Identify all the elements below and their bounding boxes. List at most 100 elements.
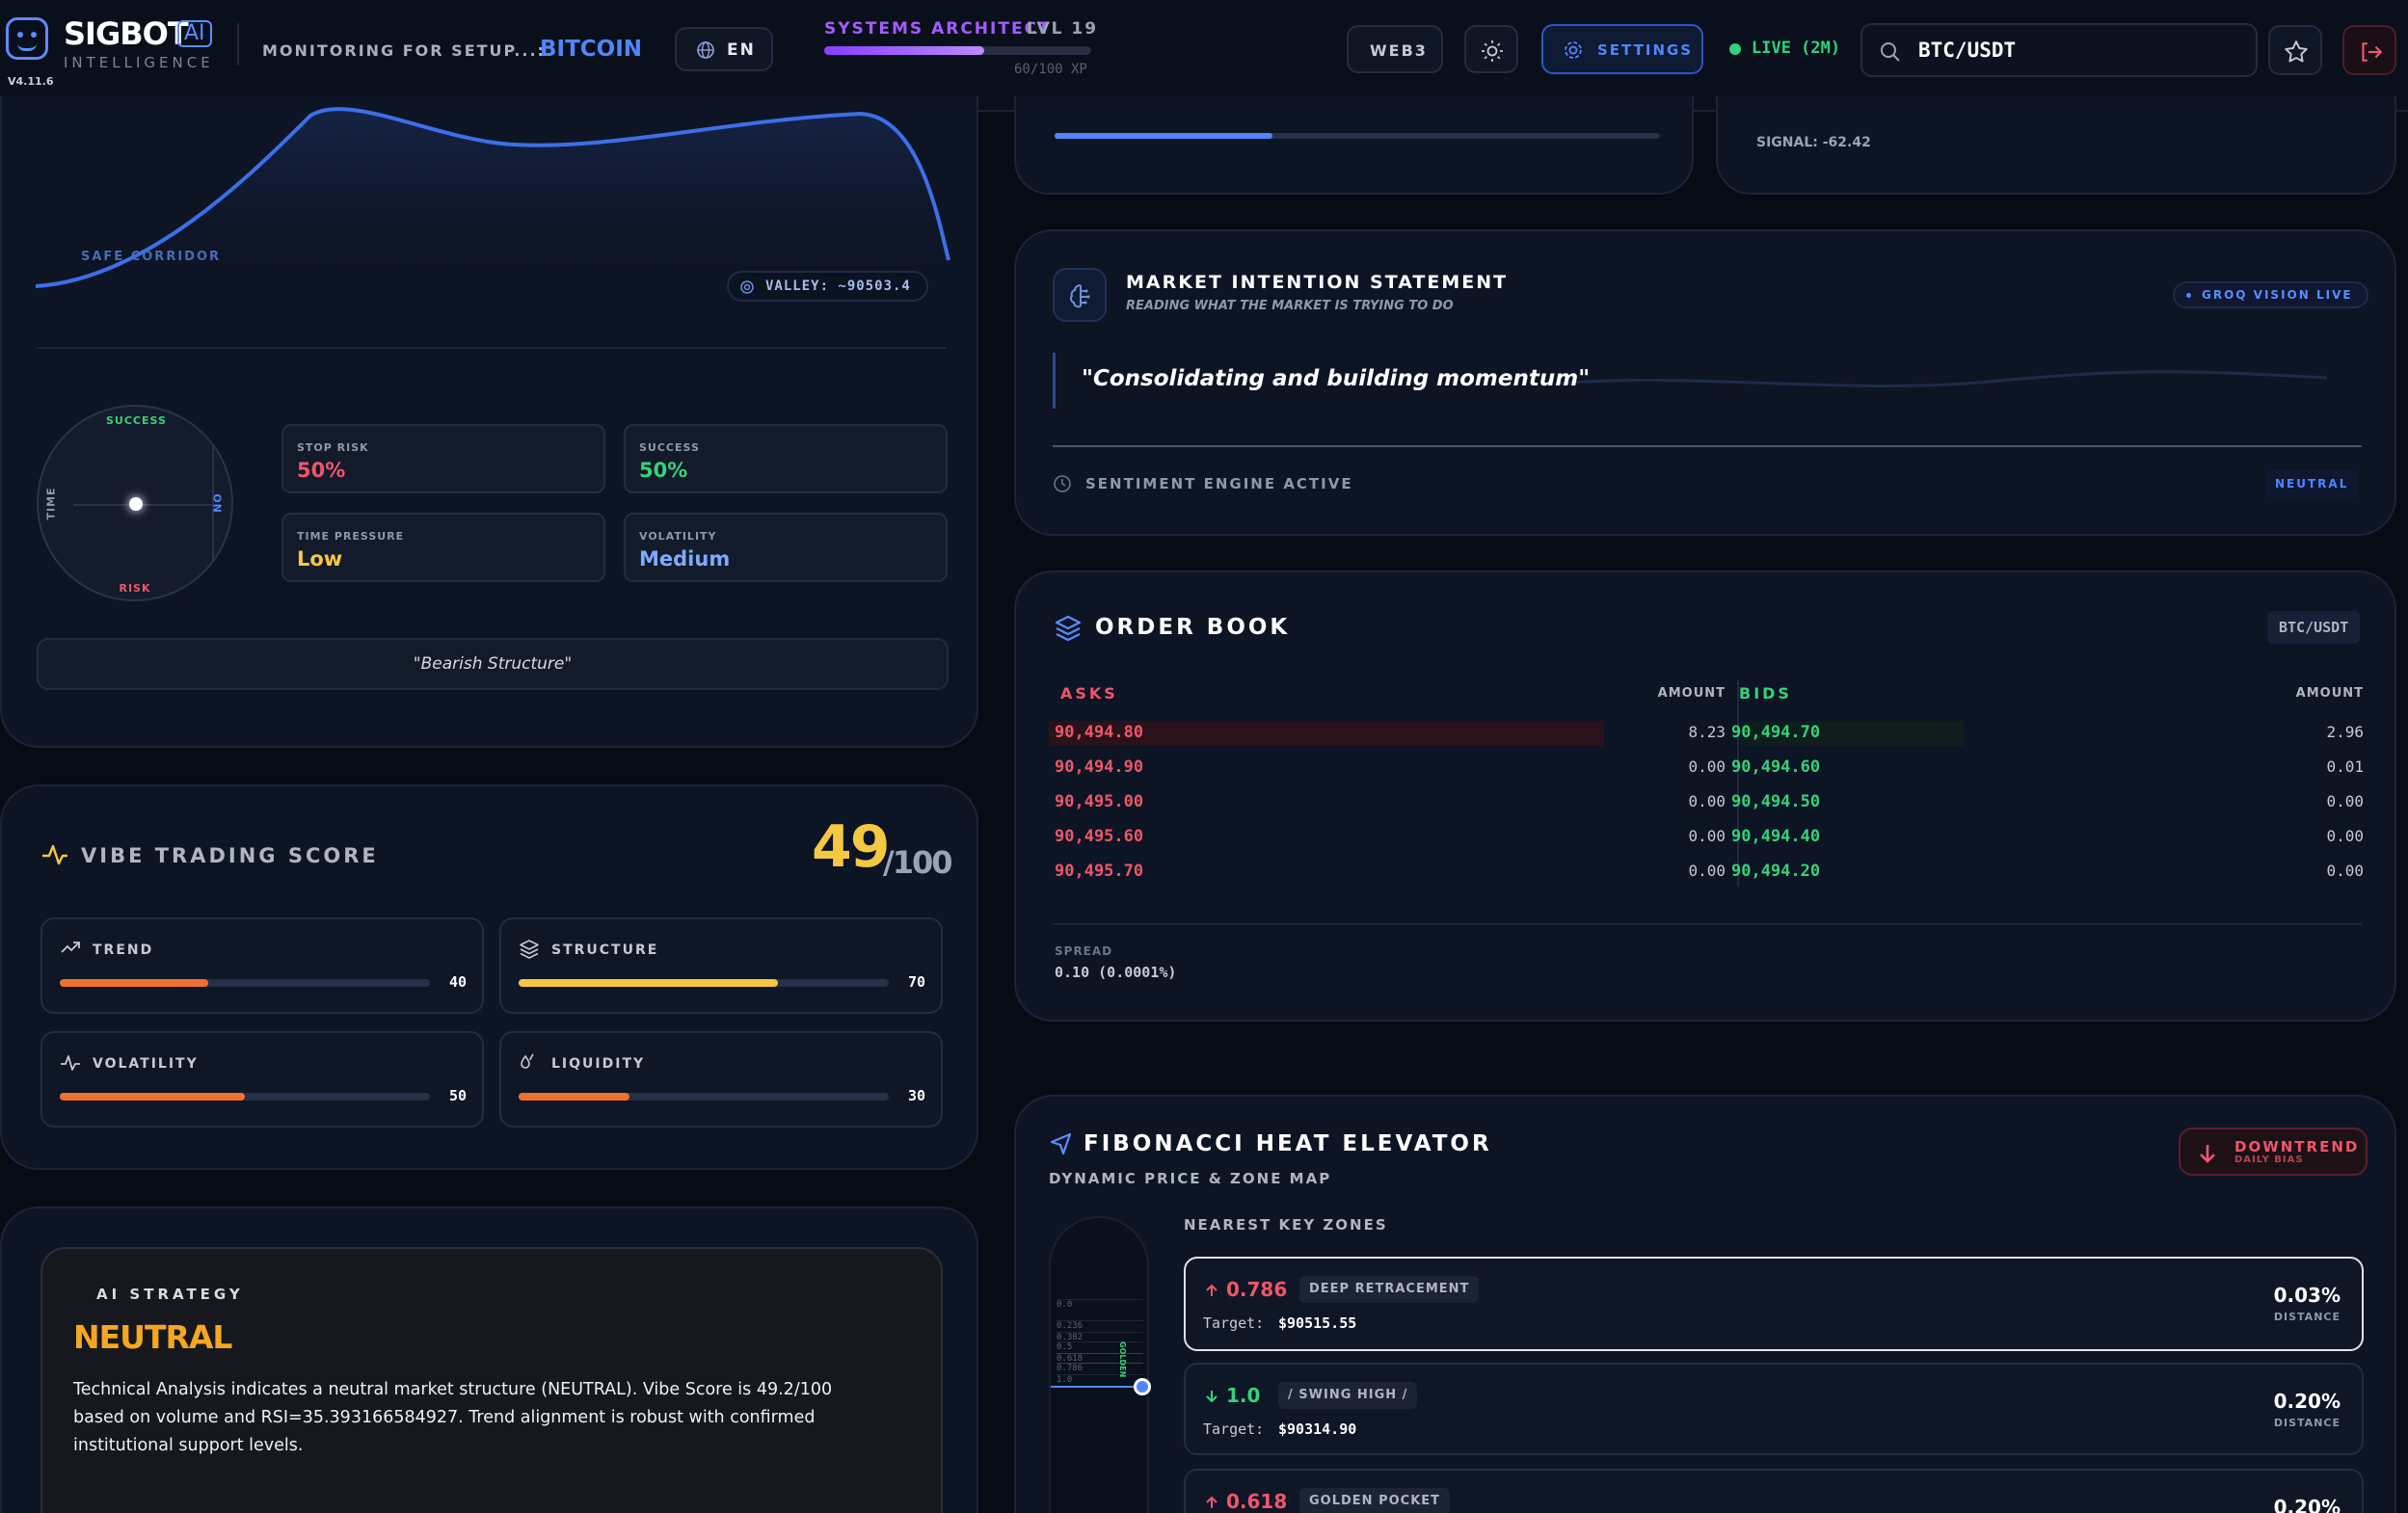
vibe-title: VIBE TRADING SCORE — [81, 844, 379, 867]
vibe-metric-liquidity: LIQUIDITY 30 — [499, 1031, 943, 1128]
structure-quote: "Bearish Structure" — [413, 654, 573, 674]
zone-tag: GOLDEN POCKET — [1299, 1488, 1451, 1513]
trend-badge: DOWNTREND DAILY BIAS — [2179, 1128, 2368, 1176]
compass-axis — [73, 504, 212, 506]
bid-price: 90,494.70 — [1731, 723, 1821, 742]
stat-label: STOP RISK — [297, 441, 369, 454]
rank-title: SYSTEMS ARCHITECT — [824, 19, 1052, 39]
fib-zone-card[interactable]: 1.0 / SWING HIGH / Target: $90314.90 0.2… — [1184, 1363, 2364, 1455]
vibe-metric-volatility: VOLATILITY 50 — [40, 1031, 484, 1128]
risk-compass: SUCCESS RISK TIME ON — [37, 405, 233, 601]
live-status-dot — [1729, 43, 1741, 55]
stat-label: SUCCESS — [639, 441, 700, 454]
monitoring-asset[interactable]: BITCOIN — [540, 37, 642, 62]
pulse-icon — [61, 1055, 80, 1071]
elevator-price-marker[interactable] — [1134, 1378, 1151, 1395]
live-status-label: LIVE (2M) — [1752, 39, 1841, 58]
trend-label: DOWNTREND — [2234, 1138, 2360, 1155]
elevator-level: 0.0 — [1057, 1299, 1143, 1310]
stat-time-pressure: TIME PRESSURE Low — [281, 513, 605, 582]
zone-distance: 0.03% — [2273, 1284, 2341, 1307]
market-intention-card: MARKET INTENTION STATEMENT READING WHAT … — [1014, 229, 2396, 536]
risk-map-card: SAFE CORRIDOR VALLEY: ~90503.4 SUCCESS R… — [0, 96, 978, 748]
zone-distance-label: DISTANCE — [2273, 1417, 2341, 1429]
elevator-golden-tag: GOLDEN — [1118, 1341, 1127, 1378]
intention-subtitle: READING WHAT THE MARKET IS TRYING TO DO — [1126, 299, 1454, 313]
ask-price: 90,495.60 — [1055, 827, 1144, 846]
stat-volatility: VOLATILITY Medium — [624, 513, 948, 582]
arrow-down-icon — [2200, 1145, 2215, 1163]
safe-corridor-curve — [35, 107, 950, 299]
bid-price: 90,494.20 — [1731, 862, 1821, 881]
theme-toggle-button[interactable] — [1464, 25, 1518, 73]
settings-label: SETTINGS — [1597, 41, 1694, 59]
logout-button[interactable] — [2342, 25, 2396, 75]
vibe-metric-structure: STRUCTURE 70 — [499, 917, 943, 1014]
settings-button[interactable]: SETTINGS — [1541, 24, 1703, 74]
arrow-up-icon — [1206, 1284, 1217, 1296]
zone-target-label: Target: — [1203, 1420, 1265, 1438]
gear-icon — [1565, 41, 1582, 59]
bias-label: DAILY BIAS — [2234, 1155, 2304, 1165]
rank-level: LVL 19 — [1027, 19, 1099, 39]
stat-label: TIME PRESSURE — [297, 530, 405, 543]
search-value: BTC/USDT — [1918, 39, 2017, 62]
activity-icon — [42, 844, 67, 865]
web3-button[interactable]: WEB3 — [1347, 25, 1443, 73]
trend-up-icon — [61, 942, 80, 953]
language-selector[interactable]: EN — [675, 27, 773, 71]
web3-label: WEB3 — [1370, 41, 1428, 60]
asks-amount-header: AMOUNT — [1657, 686, 1726, 701]
brand-ai-badge: AI — [177, 20, 212, 47]
search-input[interactable]: BTC/USDT — [1860, 23, 2258, 77]
spread-value: 0.10 (0.0001%) — [1055, 964, 1177, 981]
metric-bar — [519, 979, 889, 987]
top-progress-card — [1014, 96, 1694, 195]
sentiment-badge: NEUTRAL — [2265, 470, 2359, 497]
elevator-level: 0.5 — [1057, 1341, 1143, 1352]
order-book-title: ORDER BOOK — [1095, 615, 1291, 640]
favorite-button[interactable] — [2268, 25, 2322, 75]
zone-target-value: $90515.55 — [1278, 1314, 1357, 1332]
ask-amount: 8.23 — [1688, 723, 1726, 741]
bid-price: 90,494.60 — [1731, 757, 1821, 777]
fib-subtitle: DYNAMIC PRICE & ZONE MAP — [1049, 1170, 1332, 1187]
valley-value: VALLEY: ~90503.4 — [765, 279, 911, 294]
brain-icon — [1053, 268, 1107, 322]
search-icon — [1881, 42, 1900, 62]
safe-corridor-label: SAFE CORRIDOR — [81, 250, 222, 264]
metric-value: 30 — [907, 1087, 925, 1104]
pair-label: BTC/USDT — [2279, 619, 2349, 636]
compass-right-label: ON — [210, 493, 224, 514]
zone-ratio: 1.0 — [1226, 1384, 1261, 1407]
zone-ratio: 0.786 — [1226, 1278, 1288, 1301]
fib-zone-card[interactable]: 0.786 DEEP RETRACEMENT Target: $90515.55… — [1184, 1257, 2364, 1351]
divider — [1053, 445, 2362, 447]
vibe-score: 49 — [812, 813, 890, 881]
top-bar: SIGBOT AI INTELLIGENCE V4.11.6 MONITORIN… — [0, 0, 2408, 112]
sentiment-engine-label: SENTIMENT ENGINE ACTIVE — [1085, 475, 1353, 492]
bot-logo-icon[interactable] — [6, 17, 48, 60]
metric-label: LIQUIDITY — [551, 1056, 646, 1072]
metric-bar-fill — [60, 979, 208, 987]
stat-value: Medium — [639, 547, 731, 571]
order-book-pair[interactable]: BTC/USDT — [2267, 611, 2361, 644]
arrow-up-icon — [1206, 1496, 1217, 1508]
order-book-card: ORDER BOOK BTC/USDT ASKS AMOUNT BIDS AMO… — [1014, 571, 2396, 1022]
divider — [1053, 923, 2362, 925]
metric-value: 50 — [448, 1087, 467, 1104]
orderbook-divider — [1737, 680, 1739, 887]
fib-zone-card[interactable]: 0.618 GOLDEN POCKET Target: 0.20% DISTAN… — [1184, 1469, 2364, 1513]
bid-amount: 2.96 — [2326, 723, 2364, 741]
vibe-score-max: /100 — [883, 844, 952, 881]
logout-icon — [2362, 42, 2383, 62]
divider — [37, 347, 947, 349]
strategy-stance: NEUTRAL — [73, 1318, 232, 1356]
asks-header: ASKS — [1060, 684, 1118, 703]
layers-icon — [520, 940, 539, 959]
ai-strategy-panel: AI STRATEGY NEUTRAL Technical Analysis i… — [40, 1247, 943, 1513]
elevator-level: 0.236 — [1057, 1320, 1143, 1331]
droplets-icon — [521, 1053, 534, 1069]
ai-strategy-label: AI STRATEGY — [96, 1286, 244, 1303]
stat-value: Low — [297, 547, 343, 571]
